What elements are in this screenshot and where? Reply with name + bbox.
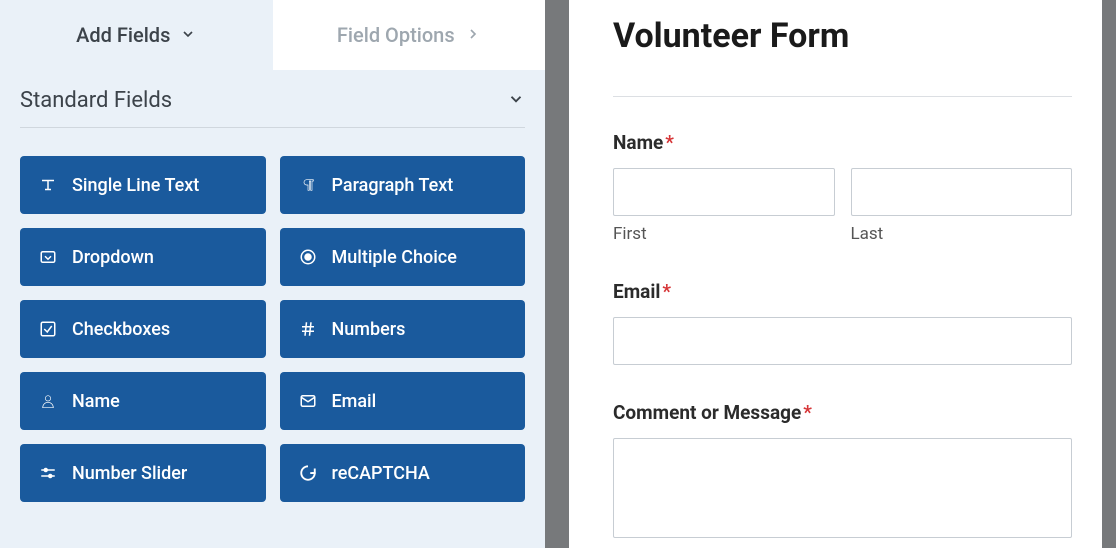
field-recaptcha[interactable]: reCAPTCHA: [280, 444, 526, 502]
field-label: Email: [332, 391, 377, 412]
recaptcha-icon: [298, 463, 318, 483]
last-name-col: Last: [851, 168, 1073, 244]
standard-fields-section: Standard Fields: [0, 70, 545, 128]
field-single-line-text[interactable]: Single Line Text: [20, 156, 266, 214]
sliders-icon: [38, 463, 58, 483]
field-label: Number Slider: [72, 463, 187, 484]
chevron-right-icon: [465, 23, 481, 47]
email-input[interactable]: [613, 317, 1072, 365]
field-paragraph-text[interactable]: Paragraph Text: [280, 156, 526, 214]
field-name[interactable]: Name: [20, 372, 266, 430]
section-header[interactable]: Standard Fields: [20, 88, 525, 128]
dropdown-icon: [38, 247, 58, 267]
field-label: Dropdown: [72, 247, 154, 268]
checkbox-icon: [38, 319, 58, 339]
field-label: Numbers: [332, 319, 406, 340]
required-asterisk: *: [665, 131, 674, 154]
name-label-text: Name: [613, 131, 663, 154]
last-sublabel: Last: [851, 224, 1073, 244]
tab-field-options[interactable]: Field Options: [273, 0, 546, 70]
comment-wrap: Comment or Message*: [613, 401, 1072, 542]
required-asterisk: *: [803, 401, 812, 424]
radio-icon: [298, 247, 318, 267]
envelope-icon: [298, 391, 318, 411]
name-row: First Last: [613, 168, 1072, 244]
field-checkboxes[interactable]: Checkboxes: [20, 300, 266, 358]
required-asterisk: *: [662, 280, 671, 303]
text-cursor-icon: [38, 175, 58, 195]
tab-field-options-label: Field Options: [337, 23, 455, 47]
panel-tabs: Add Fields Field Options: [0, 0, 545, 70]
email-label: Email*: [613, 280, 1072, 303]
first-sublabel: First: [613, 224, 835, 244]
comment-label: Comment or Message*: [613, 401, 1072, 424]
field-label: Multiple Choice: [332, 247, 457, 268]
field-number-slider[interactable]: Number Slider: [20, 444, 266, 502]
chevron-down-icon: [507, 90, 525, 112]
email-wrap: Email*: [613, 280, 1072, 365]
hash-icon: [298, 319, 318, 339]
field-buttons-grid: Single Line Text Paragraph Text Dropdown…: [0, 128, 545, 522]
field-email[interactable]: Email: [280, 372, 526, 430]
field-numbers[interactable]: Numbers: [280, 300, 526, 358]
user-icon: [38, 391, 58, 411]
left-panel: Add Fields Field Options Standard Fields: [0, 0, 545, 548]
comment-textarea[interactable]: [613, 438, 1072, 538]
field-label: reCAPTCHA: [332, 463, 430, 484]
tab-add-fields-label: Add Fields: [76, 23, 170, 47]
field-dropdown[interactable]: Dropdown: [20, 228, 266, 286]
form-divider: [613, 96, 1072, 97]
last-name-input[interactable]: [851, 168, 1073, 216]
field-multiple-choice[interactable]: Multiple Choice: [280, 228, 526, 286]
first-name-input[interactable]: [613, 168, 835, 216]
field-label: Paragraph Text: [332, 175, 454, 196]
chevron-down-icon: [180, 23, 196, 47]
app-root: Add Fields Field Options Standard Fields: [0, 0, 1116, 548]
form-preview-panel: Volunteer Form Name* First Last Email* C…: [569, 0, 1116, 548]
first-name-col: First: [613, 168, 835, 244]
section-title: Standard Fields: [20, 88, 172, 113]
panel-divider: [545, 0, 569, 548]
form-title: Volunteer Form: [613, 16, 1072, 56]
comment-label-text: Comment or Message: [613, 401, 801, 424]
field-label: Name: [72, 391, 120, 412]
name-label: Name*: [613, 131, 1072, 154]
paragraph-icon: [298, 175, 318, 195]
field-label: Checkboxes: [72, 319, 170, 340]
email-label-text: Email: [613, 280, 660, 303]
tab-add-fields[interactable]: Add Fields: [0, 0, 273, 70]
field-label: Single Line Text: [72, 175, 199, 196]
